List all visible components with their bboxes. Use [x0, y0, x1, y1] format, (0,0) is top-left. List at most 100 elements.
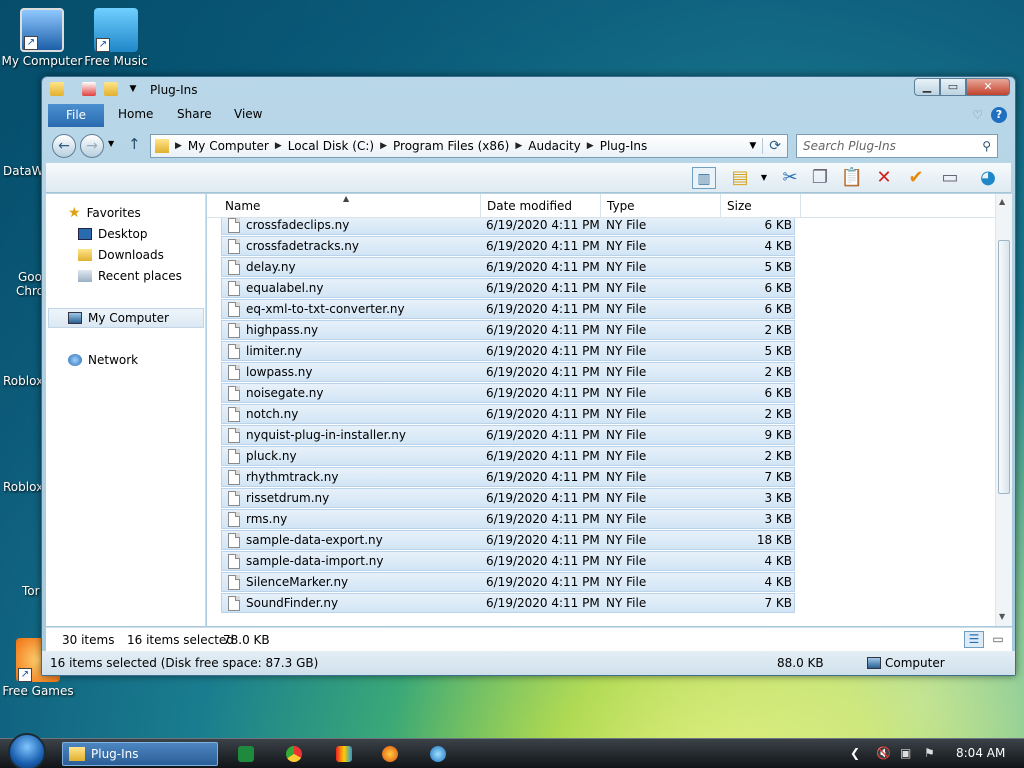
file-date-modified: 6/19/2020 4:11 PM: [486, 344, 600, 358]
minimize-button[interactable]: ▁: [914, 78, 940, 96]
table-row[interactable]: lowpass.ny 6/19/2020 4:11 PM NY File 2 KB: [221, 362, 795, 382]
show-hidden-icons-icon[interactable]: ❮: [850, 746, 860, 760]
chevron-down-icon[interactable]: ▼: [752, 167, 776, 189]
close-button[interactable]: ✕: [966, 78, 1010, 96]
tab-share[interactable]: Share: [177, 107, 212, 121]
large-icons-view-icon[interactable]: ▭: [990, 631, 1006, 648]
table-row[interactable]: equalabel.ny 6/19/2020 4:11 PM NY File 6 KB: [221, 278, 795, 298]
table-row[interactable]: rms.ny 6/19/2020 4:11 PM NY File 3 KB: [221, 509, 795, 529]
breadcrumb-local-disk[interactable]: Local Disk (C:): [282, 139, 380, 153]
properties-icon[interactable]: [82, 82, 96, 96]
details-view-icon[interactable]: ☰: [964, 631, 984, 648]
table-row[interactable]: limiter.ny 6/19/2020 4:11 PM NY File 5 KB: [221, 341, 795, 361]
up-arrow-icon[interactable]: ↑: [128, 135, 141, 153]
delete-icon[interactable]: ✕: [872, 167, 896, 189]
table-row[interactable]: crossfadetracks.ny 6/19/2020 4:11 PM NY Fi…: [221, 236, 795, 256]
breadcrumb-audacity[interactable]: Audacity: [522, 139, 587, 153]
table-row[interactable]: pluck.ny 6/19/2020 4:11 PM NY File 2 KB: [221, 446, 795, 466]
table-row[interactable]: noisegate.ny 6/19/2020 4:11 PM NY File 6 KB: [221, 383, 795, 403]
app-icon[interactable]: [336, 746, 352, 762]
desktop-icon-free-music[interactable]: ↗ Free Music: [74, 8, 158, 68]
preview-pane-icon[interactable]: ▥: [692, 167, 716, 189]
scroll-thumb[interactable]: [998, 240, 1010, 494]
tab-view[interactable]: View: [234, 107, 262, 121]
chevron-down-icon[interactable]: ▼: [126, 82, 140, 96]
column-header-type[interactable]: Type: [601, 194, 721, 218]
table-row[interactable]: rhythmtrack.ny 6/19/2020 4:11 PM NY File 7 …: [221, 467, 795, 487]
nav-item-network[interactable]: Network: [68, 351, 138, 369]
properties-icon[interactable]: ▤: [728, 167, 752, 189]
table-row[interactable]: SilenceMarker.ny 6/19/2020 4:11 PM NY File…: [221, 572, 795, 592]
breadcrumb-my-computer[interactable]: My Computer: [182, 139, 275, 153]
file-name: pluck.ny: [246, 449, 297, 463]
cut-icon[interactable]: ✂: [778, 167, 802, 189]
breadcrumb-plug-ins[interactable]: Plug-Ins: [594, 139, 654, 153]
table-row[interactable]: crossfadeclips.ny 6/19/2020 4:11 PM NY Fil…: [221, 215, 795, 235]
back-button[interactable]: ←: [52, 134, 76, 158]
breadcrumb-separator-icon[interactable]: ▶: [587, 141, 594, 151]
search-icon[interactable]: ⚲: [982, 139, 991, 153]
tab-home[interactable]: Home: [118, 107, 153, 121]
new-folder-icon[interactable]: [104, 82, 118, 96]
refresh-icon[interactable]: ⟳: [762, 138, 787, 154]
table-row[interactable]: sample-data-import.ny 6/19/2020 4:11 PM NY…: [221, 551, 795, 571]
column-header-size[interactable]: Size: [721, 194, 801, 218]
recent-locations-icon[interactable]: ▼: [108, 139, 114, 148]
vertical-scrollbar[interactable]: ▲ ▼: [995, 194, 1012, 626]
start-button[interactable]: [8, 733, 46, 768]
title-bar[interactable]: ▼ Plug-Ins ▁ ▭ ✕: [42, 77, 1015, 101]
action-center-icon[interactable]: ⚑: [924, 746, 935, 760]
table-row[interactable]: sample-data-export.ny 6/19/2020 4:11 PM NY…: [221, 530, 795, 550]
table-row[interactable]: delay.ny 6/19/2020 4:11 PM NY File 5 KB: [221, 257, 795, 277]
copy-icon[interactable]: ❐: [808, 167, 832, 189]
scroll-down-icon[interactable]: ▼: [999, 612, 1005, 621]
table-row[interactable]: eq-xml-to-txt-converter.ny 6/19/2020 4:11…: [221, 299, 795, 319]
breadcrumb-separator-icon[interactable]: ▶: [275, 141, 282, 151]
star-icon: ★: [68, 205, 81, 221]
taskbar-window-button[interactable]: Plug-Ins: [62, 742, 218, 766]
nav-item-recent-places[interactable]: Recent places: [78, 267, 182, 285]
file-size: 3 KB: [764, 491, 792, 505]
breadcrumb-separator-icon[interactable]: ▶: [169, 141, 182, 151]
spreadsheet-app-icon[interactable]: [238, 746, 254, 762]
column-header-name[interactable]: Name: [219, 194, 481, 218]
firefox-icon[interactable]: [382, 746, 398, 762]
search-input[interactable]: Search Plug-Ins ⚲: [796, 134, 998, 158]
desktop-icon-my-computer[interactable]: ↗ My Computer: [0, 8, 84, 68]
volume-muted-icon[interactable]: 🔇: [876, 746, 891, 760]
clock[interactable]: 8:04 AM: [956, 746, 1005, 760]
help-icon[interactable]: ?: [991, 107, 1007, 123]
column-header-date-modified[interactable]: Date modified: [481, 194, 601, 218]
globe-icon[interactable]: ◕: [976, 167, 1000, 189]
nav-item-desktop[interactable]: Desktop: [78, 225, 148, 243]
tab-file[interactable]: File: [48, 104, 104, 127]
file-icon: [228, 470, 240, 485]
breadcrumb-program-files[interactable]: Program Files (x86): [387, 139, 515, 153]
breadcrumb-separator-icon[interactable]: ▶: [380, 141, 387, 151]
expand-ribbon-icon[interactable]: ♡: [972, 108, 983, 122]
file-type: NY File: [606, 239, 647, 253]
breadcrumb-separator-icon[interactable]: ▶: [515, 141, 522, 151]
table-row[interactable]: highpass.ny 6/19/2020 4:11 PM NY File 2 KB: [221, 320, 795, 340]
table-row[interactable]: rissetdrum.ny 6/19/2020 4:11 PM NY File 3 K…: [221, 488, 795, 508]
chrome-icon[interactable]: [286, 746, 302, 762]
address-dropdown-icon[interactable]: ▼: [749, 141, 762, 151]
nav-item-downloads[interactable]: Downloads: [78, 246, 164, 264]
forward-button[interactable]: →: [80, 134, 104, 158]
file-size: 7 KB: [764, 470, 792, 484]
internet-explorer-icon[interactable]: [430, 746, 446, 762]
address-box[interactable]: ▶ My Computer ▶ Local Disk (C:) ▶ Progra…: [150, 134, 788, 158]
table-row[interactable]: nyquist-plug-in-installer.ny 6/19/2020 4:…: [221, 425, 795, 445]
network-status-icon[interactable]: ▣: [900, 746, 911, 760]
table-row[interactable]: SoundFinder.ny 6/19/2020 4:11 PM NY File 7 …: [221, 593, 795, 613]
nav-item-favorites[interactable]: ★ Favorites: [68, 204, 141, 222]
desktop-icon-label-partial[interactable]: Tor: [22, 584, 40, 598]
table-row[interactable]: notch.ny 6/19/2020 4:11 PM NY File 2 KB: [221, 404, 795, 424]
nav-item-my-computer[interactable]: My Computer: [68, 309, 169, 327]
paste-icon[interactable]: 📋: [840, 167, 864, 189]
maximize-button[interactable]: ▭: [940, 78, 966, 96]
checkmark-icon[interactable]: ✔: [904, 167, 928, 189]
scroll-up-icon[interactable]: ▲: [999, 197, 1005, 206]
recent-places-icon: [78, 270, 92, 282]
rename-icon[interactable]: ▭: [938, 167, 962, 189]
